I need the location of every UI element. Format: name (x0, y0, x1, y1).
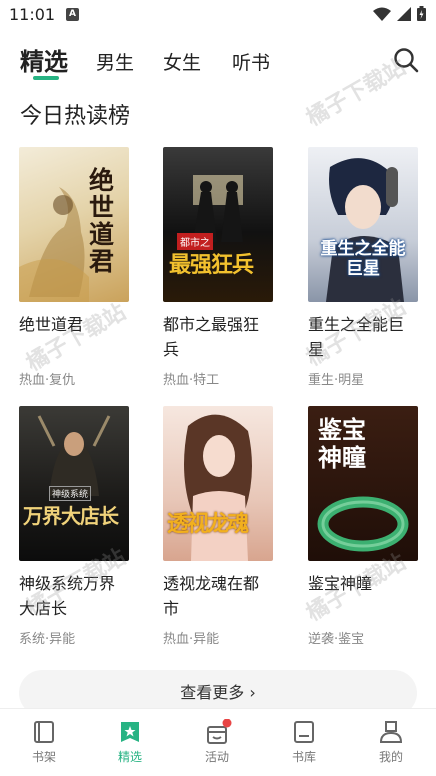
book-title[interactable]: 都市之最强狂兵 (163, 312, 273, 362)
search-icon[interactable] (393, 47, 419, 73)
cover-title: 最强狂兵 (169, 252, 254, 278)
cover-title: 透视龙魂 (167, 511, 249, 537)
cover-art (37, 415, 111, 496)
cover-title: 重生之全能巨星 (320, 239, 406, 279)
nav-label: 书库 (291, 750, 316, 764)
wifi-icon (373, 7, 391, 21)
battery-icon (417, 6, 426, 21)
tab-featured[interactable]: 精选 (20, 42, 68, 77)
tab-female[interactable]: 女生 (163, 48, 201, 75)
book-cover[interactable]: 绝世道君 (19, 147, 129, 302)
book-tags: 热血·特工 (163, 373, 220, 388)
book-title[interactable]: 鉴宝神瞳 (308, 571, 418, 596)
cover-title: 鉴宝神瞳 (318, 415, 366, 472)
featured-star-icon (121, 722, 139, 742)
book-title[interactable]: 绝世道君 (19, 312, 129, 337)
status-time: 11:01 (9, 5, 56, 24)
book-cover[interactable]: 都市之 最强狂兵 (163, 147, 273, 302)
cover-title: 万界大店长 (23, 504, 119, 528)
book-tags: 重生·明星 (308, 373, 365, 388)
tab-indicator (33, 76, 59, 80)
view-more-label: 查看更多 (180, 683, 245, 702)
nav-item-featured[interactable]: 精选 (100, 719, 160, 765)
nav-label: 活动 (204, 750, 229, 764)
notification-icon: A (66, 8, 79, 21)
nav-item-events[interactable]: 活动 (187, 719, 247, 765)
nav-item-mine[interactable]: 我的 (361, 719, 421, 765)
tab-male[interactable]: 男生 (96, 48, 134, 75)
book-tags: 逆袭·鉴宝 (308, 632, 365, 647)
book-title[interactable]: 透视龙魂在都市 (163, 571, 273, 621)
book-tags: 系统·异能 (19, 632, 76, 647)
book-cover[interactable]: 透视龙魂 (163, 406, 273, 561)
nav-label: 书架 (31, 750, 56, 764)
library-icon (294, 721, 314, 743)
book-tags: 热血·复仇 (19, 373, 76, 388)
gift-icon (207, 719, 232, 744)
signal-icon (397, 6, 411, 21)
bookshelf-icon (34, 721, 54, 743)
bottom-nav: 书架 精选 活动 书库 我的 (0, 708, 436, 776)
cover-title: 绝世道君 (89, 166, 115, 276)
book-title[interactable]: 重生之全能巨星 (308, 312, 418, 362)
book-tags: 热血·异能 (163, 632, 220, 647)
chevron-right-icon: › (249, 683, 256, 702)
tab-audio[interactable]: 听书 (232, 48, 270, 75)
nav-label: 精选 (117, 750, 142, 764)
book-title[interactable]: 神级系统万界大店长 (19, 571, 129, 621)
nav-item-shelf[interactable]: 书架 (14, 719, 74, 765)
category-tabs: 精选 男生 女生 听书 (0, 40, 436, 84)
section-title: 今日热读榜 (20, 104, 131, 129)
book-cover[interactable]: 鉴宝神瞳 (308, 406, 418, 561)
book-cover[interactable]: 重生之全能巨星 (308, 147, 418, 302)
status-icons (373, 6, 426, 21)
nav-label: 我的 (378, 750, 403, 764)
nav-item-library[interactable]: 书库 (274, 719, 334, 765)
status-bar: 11:01 A (0, 0, 436, 30)
book-cover[interactable]: 神级系统 万界大店长 (19, 406, 129, 561)
user-icon (379, 721, 403, 743)
cover-subtitle: 神级系统 (49, 486, 92, 501)
